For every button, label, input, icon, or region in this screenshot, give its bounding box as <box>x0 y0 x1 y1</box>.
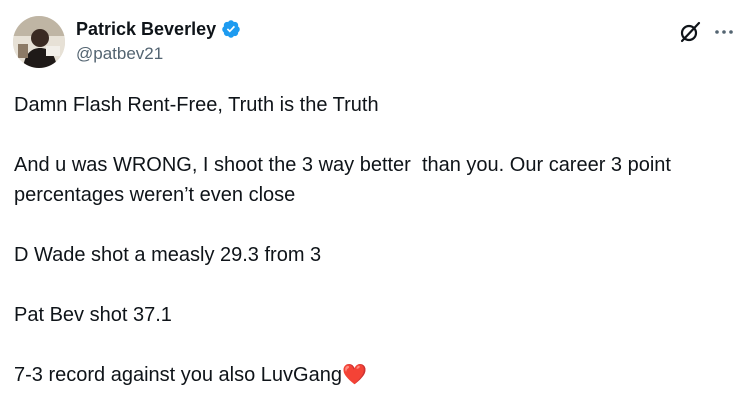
more-options-icon[interactable] <box>712 20 736 44</box>
heart-emoji-icon: ❤️ <box>341 364 367 386</box>
avatar[interactable] <box>13 16 65 68</box>
tweet-card: Patrick Beverley @patbev21 Damn Flash Re… <box>0 0 750 409</box>
author-display-name[interactable]: Patrick Beverley <box>76 18 216 40</box>
verified-badge-icon[interactable] <box>221 19 241 39</box>
tweet-paragraph-last: 7-3 record against you also LuvGang❤️ <box>14 360 734 390</box>
header-actions <box>678 20 736 44</box>
tweet-paragraph: Pat Bev shot 37.1 <box>14 304 172 326</box>
tweet-paragraph: D Wade shot a measly 29.3 from 3 <box>14 244 322 266</box>
tweet-paragraph: Damn Flash Rent-Free, Truth is the Truth <box>14 94 379 116</box>
tweet-paragraph-text: 7-3 record against you also LuvGang <box>14 364 342 386</box>
author-handle[interactable]: @patbev21 <box>76 44 163 64</box>
grok-icon[interactable] <box>678 20 702 44</box>
author-name-row: Patrick Beverley <box>76 18 241 40</box>
tweet-paragraph: And u was WRONG, I shoot the 3 way bette… <box>14 154 677 206</box>
tweet-text: Damn Flash Rent-Free, Truth is the Truth… <box>14 90 734 390</box>
